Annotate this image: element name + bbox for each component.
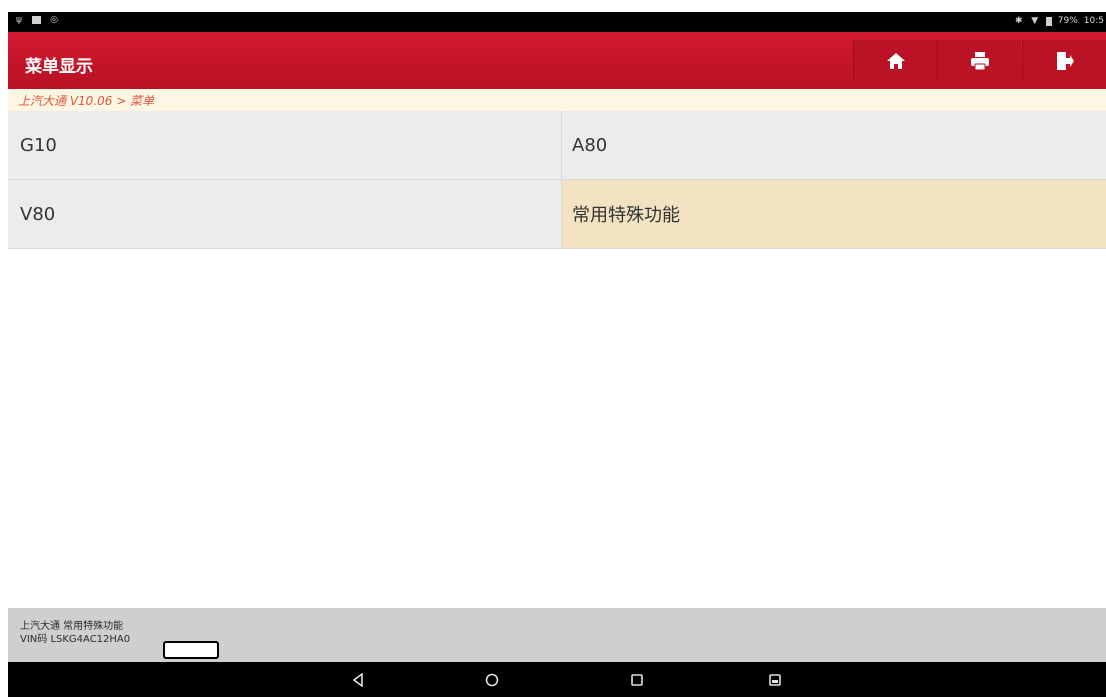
print-icon <box>970 52 989 71</box>
menu-row: V80 常用特殊功能 <box>8 180 1106 249</box>
wifi-icon: ▼ <box>1031 16 1039 26</box>
menu-item-v80[interactable]: V80 <box>8 180 561 248</box>
footer-vehicle-path: 上汽大通 常用特殊功能 <box>20 621 124 632</box>
nav-recents-button[interactable] <box>625 668 649 692</box>
image-notification-icon <box>32 16 41 24</box>
home-circle-icon <box>485 673 499 687</box>
menu-item-g10[interactable]: G10 <box>8 111 561 179</box>
home-icon <box>886 53 905 69</box>
page-title: 菜单显示 <box>25 57 93 77</box>
home-button[interactable] <box>853 40 937 82</box>
status-bar: ψ ◎ ✱ ▼ 79% 10:5 <box>8 12 1106 32</box>
exit-button[interactable] <box>1022 40 1106 82</box>
print-button[interactable] <box>937 40 1021 82</box>
breadcrumb: 上汽大通 V10.06 > 菜单 <box>8 89 1106 111</box>
nav-back-button[interactable] <box>346 668 370 692</box>
menu-item-special-functions[interactable]: 常用特殊功能 <box>561 180 1106 248</box>
bluetooth-icon: ✱ <box>1014 16 1023 26</box>
nav-home-button[interactable] <box>480 668 504 692</box>
menu-row: G10 A80 <box>8 111 1106 180</box>
status-left-icons: ψ ◎ <box>14 15 59 25</box>
vin-redaction-box <box>163 641 219 659</box>
recents-icon <box>631 674 643 686</box>
back-icon <box>352 673 363 687</box>
navigation-bar <box>8 662 1106 697</box>
exit-icon <box>1056 52 1074 70</box>
battery-percent: 79% <box>1057 16 1078 26</box>
menu-item-a80[interactable]: A80 <box>561 111 1106 179</box>
menu-grid: G10 A80 V80 常用特殊功能 <box>8 111 1106 249</box>
screenshot-icon <box>769 674 781 686</box>
title-bar: 菜单显示 <box>8 32 1106 89</box>
app-window: ψ ◎ ✱ ▼ 79% 10:5 菜单显示 上汽大通 V10.06 > 菜单 G… <box>0 0 1106 697</box>
status-time: 10:5 <box>1083 16 1104 26</box>
status-right: ✱ ▼ 79% 10:5 <box>1014 16 1104 26</box>
nav-screenshot-button[interactable] <box>763 668 787 692</box>
sync-icon: ◎ <box>50 15 58 25</box>
usb-icon: ψ <box>16 15 22 25</box>
battery-icon <box>1045 16 1052 26</box>
